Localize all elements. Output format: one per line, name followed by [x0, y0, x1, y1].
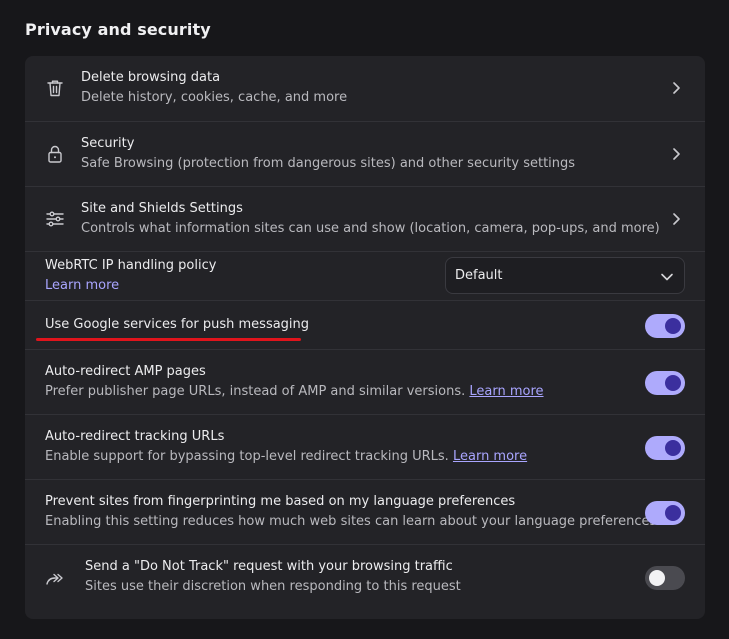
- auto-redirect-amp-row: Auto-redirect AMP pages Prefer publisher…: [25, 349, 705, 414]
- auto-redirect-tracking-subtitle-line: Enable support for bypassing top-level r…: [45, 449, 527, 464]
- language-fingerprinting-row: Prevent sites from fingerprinting me bas…: [25, 479, 705, 544]
- security-subtitle: Safe Browsing (protection from dangerous…: [81, 156, 576, 171]
- forward-arrows-icon: [45, 569, 65, 589]
- site-shields-settings-subtitle: Controls what information sites can use …: [81, 221, 660, 236]
- sliders-icon: [45, 209, 65, 229]
- auto-redirect-tracking-row: Auto-redirect tracking URLs Enable suppo…: [25, 414, 705, 479]
- toggle-knob: [665, 505, 681, 521]
- chevron-right-icon: [669, 212, 683, 226]
- language-fingerprinting-title: Prevent sites from fingerprinting me bas…: [45, 494, 516, 509]
- auto-redirect-amp-title: Auto-redirect AMP pages: [45, 364, 206, 379]
- webrtc-policy-title: WebRTC IP handling policy: [45, 258, 217, 273]
- do-not-track-subtitle: Sites use their discretion when respondi…: [85, 579, 461, 594]
- toggle-knob: [665, 440, 681, 456]
- site-shields-settings-title: Site and Shields Settings: [81, 201, 243, 216]
- security-title: Security: [81, 136, 135, 151]
- security-row[interactable]: Security Safe Browsing (protection from …: [25, 121, 705, 186]
- delete-browsing-data-subtitle: Delete history, cookies, cache, and more: [81, 90, 348, 105]
- amp-learn-more-link[interactable]: Learn more: [469, 384, 543, 399]
- chevron-down-icon: [660, 269, 674, 283]
- language-fingerprinting-toggle[interactable]: [645, 501, 685, 525]
- tracking-learn-more-link[interactable]: Learn more: [453, 449, 527, 464]
- webrtc-policy-select[interactable]: Default: [445, 257, 685, 294]
- toggle-knob: [665, 375, 681, 391]
- toggle-knob: [649, 570, 665, 586]
- language-fingerprinting-subtitle: Enabling this setting reduces how much w…: [45, 514, 657, 529]
- push-messaging-title: Use Google services for push messaging: [45, 317, 310, 332]
- chevron-right-icon: [669, 147, 683, 161]
- do-not-track-row: Send a "Do Not Track" request with your …: [25, 544, 705, 619]
- section-title: Privacy and security: [25, 20, 211, 39]
- delete-browsing-data-row[interactable]: Delete browsing data Delete history, coo…: [25, 56, 705, 121]
- push-messaging-toggle[interactable]: [645, 314, 685, 338]
- auto-redirect-tracking-title: Auto-redirect tracking URLs: [45, 429, 225, 444]
- do-not-track-title: Send a "Do Not Track" request with your …: [85, 559, 453, 574]
- chevron-right-icon: [669, 81, 683, 95]
- delete-browsing-data-title: Delete browsing data: [81, 70, 221, 85]
- do-not-track-toggle[interactable]: [645, 566, 685, 590]
- toggle-knob: [665, 318, 681, 334]
- trash-icon: [45, 78, 65, 98]
- auto-redirect-amp-subtitle-line: Prefer publisher page URLs, instead of A…: [45, 384, 544, 399]
- red-annotation-underline: [36, 338, 301, 341]
- push-messaging-row: Use Google services for push messaging: [25, 300, 705, 349]
- auto-redirect-amp-subtitle: Prefer publisher page URLs, instead of A…: [45, 384, 466, 399]
- webrtc-learn-more-link[interactable]: Learn more: [45, 278, 119, 293]
- auto-redirect-tracking-subtitle: Enable support for bypassing top-level r…: [45, 449, 449, 464]
- webrtc-policy-row: WebRTC IP handling policy Learn more Def…: [25, 251, 705, 300]
- webrtc-policy-selected-value: Default: [455, 268, 503, 283]
- site-shields-settings-row[interactable]: Site and Shields Settings Controls what …: [25, 186, 705, 251]
- auto-redirect-tracking-toggle[interactable]: [645, 436, 685, 460]
- lock-icon: [45, 144, 65, 164]
- auto-redirect-amp-toggle[interactable]: [645, 371, 685, 395]
